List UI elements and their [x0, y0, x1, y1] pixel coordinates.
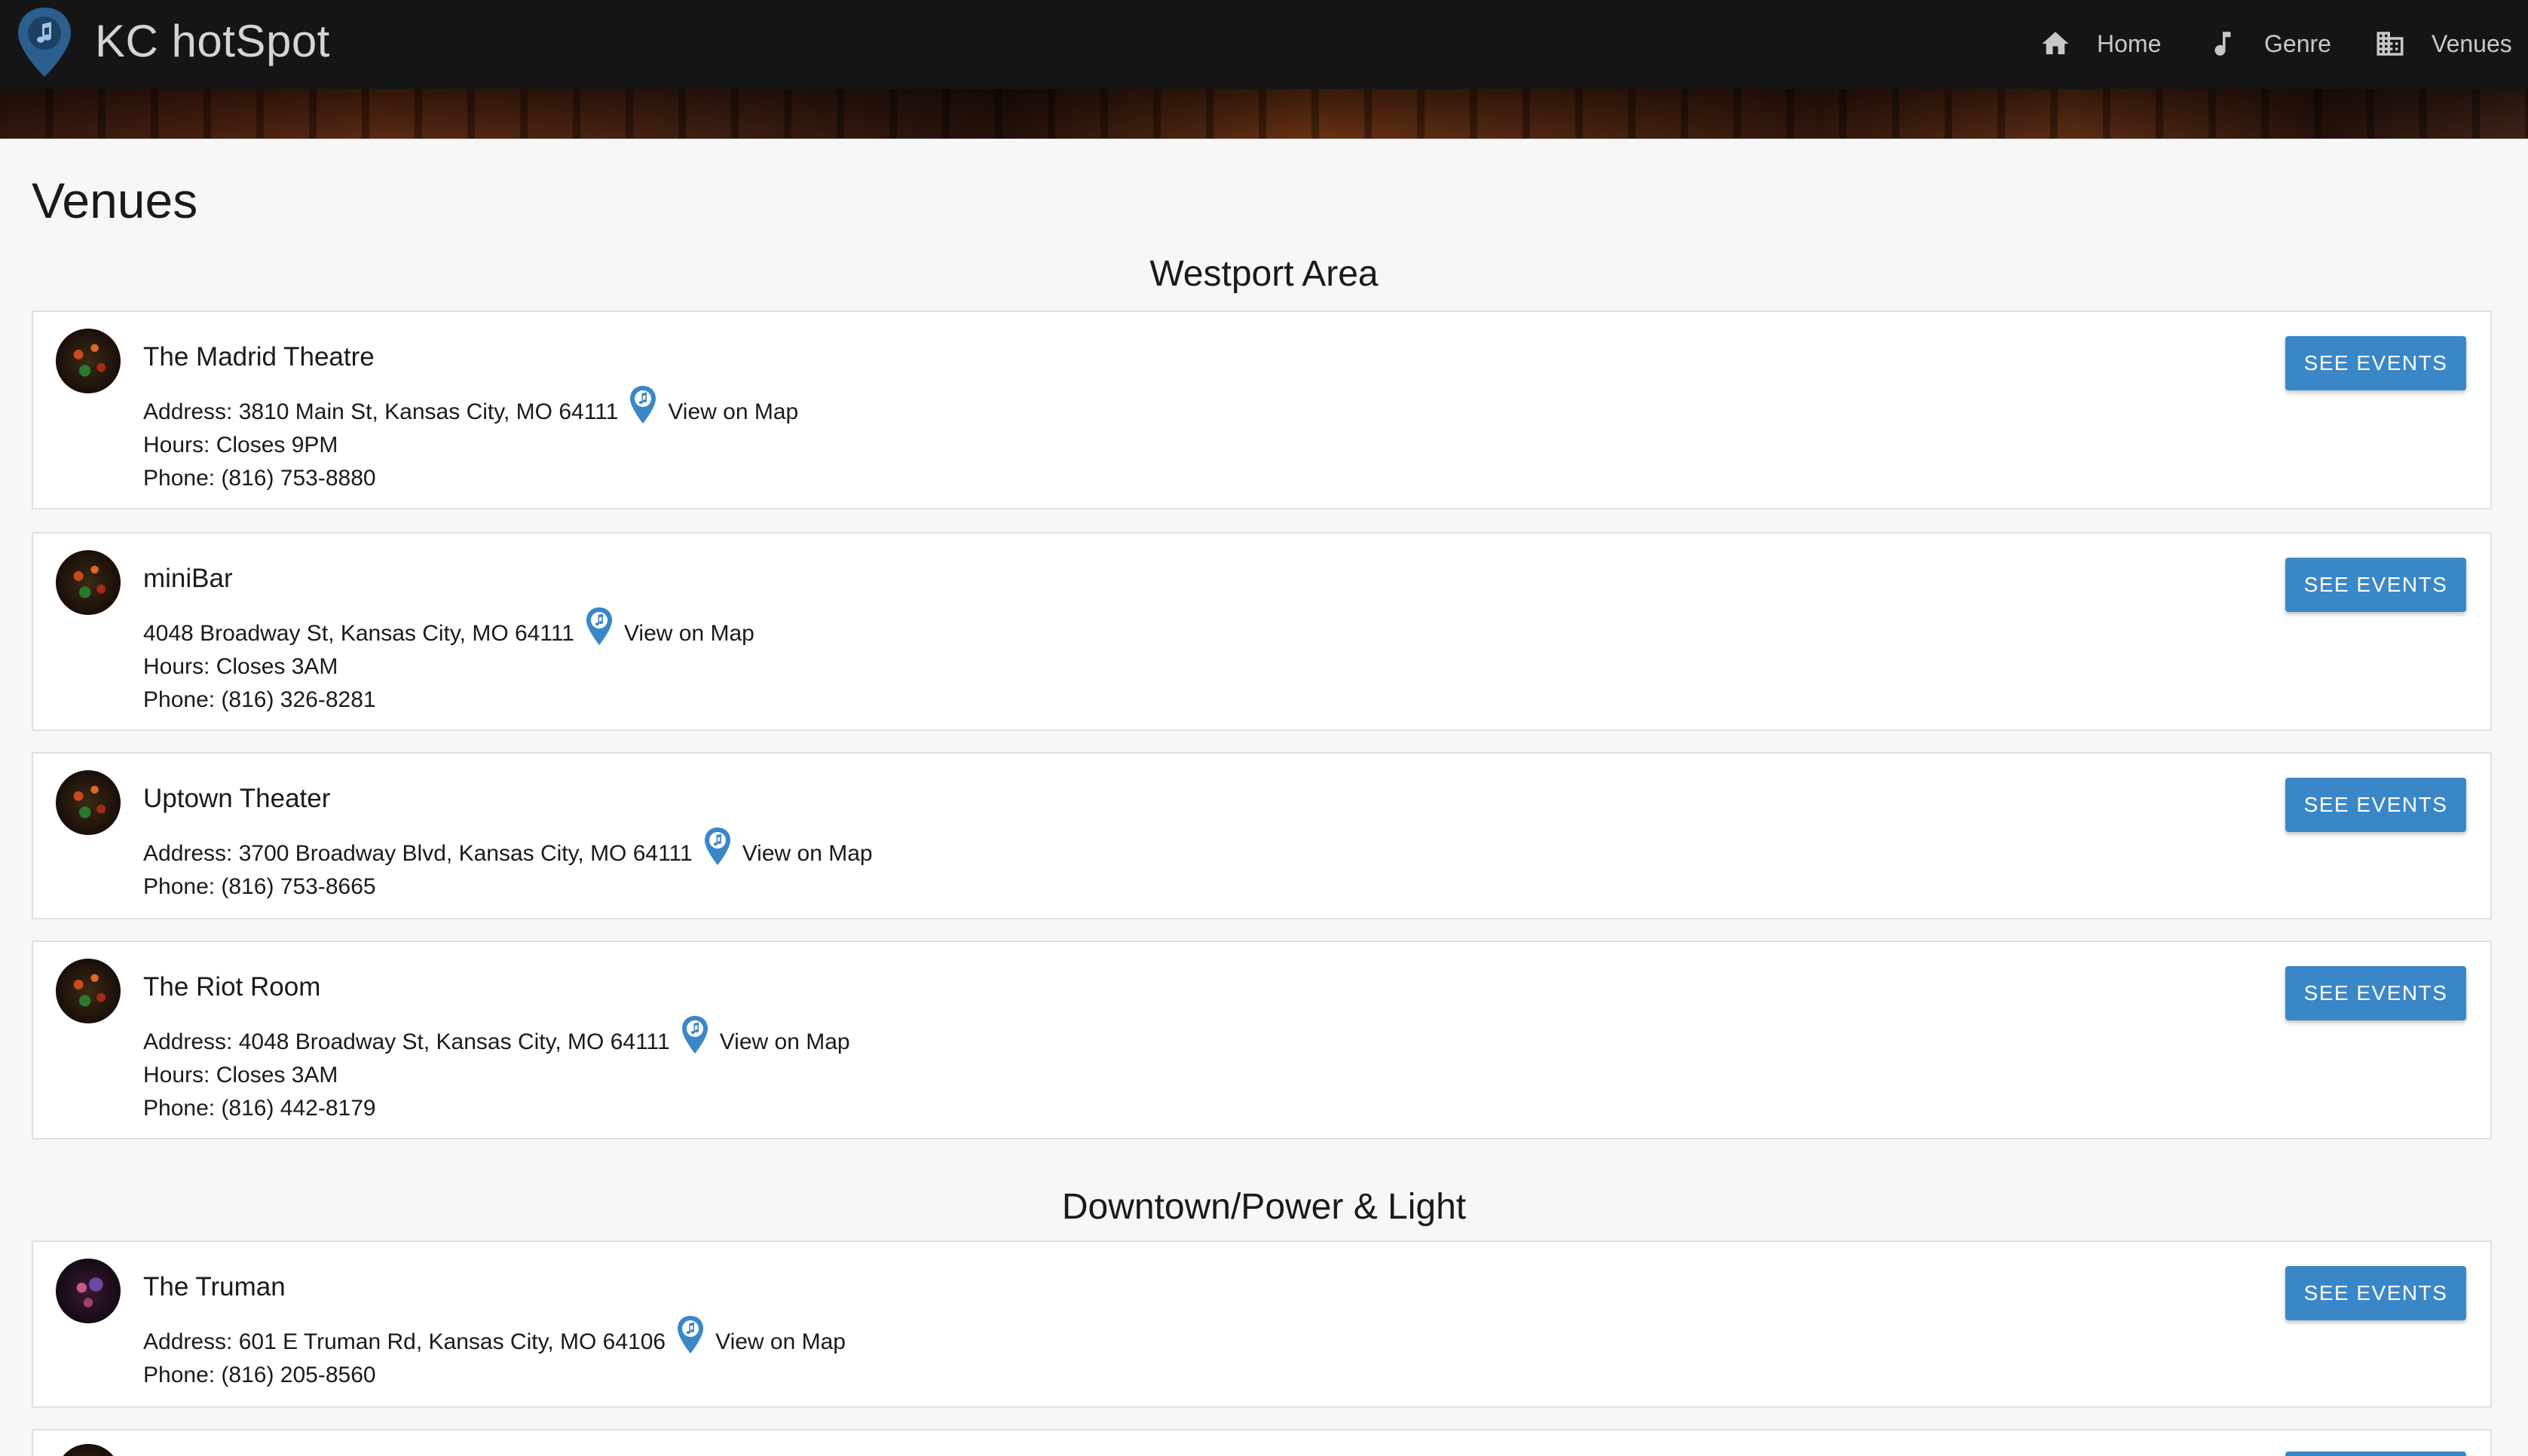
venue-name: The Riot Room: [143, 972, 321, 1002]
venue-card: The Madrid Theatre Address: 3810 Main St…: [32, 310, 2492, 509]
venue-phone: Phone: (816) 326-8281: [143, 687, 376, 712]
venue-phone: Phone: (816) 442-8179: [143, 1096, 376, 1121]
venue-card: The Truman Address: 601 E Truman Rd, Kan…: [32, 1240, 2492, 1408]
venue-address-line: Address: 4048 Broadway St, Kansas City, …: [143, 1016, 850, 1063]
view-on-map-link[interactable]: View on Map: [668, 399, 798, 425]
venue-avatar: [56, 770, 121, 835]
venue-name: Uptown Theater: [143, 784, 331, 813]
venue-name: The Truman: [143, 1272, 286, 1302]
venue-address: Address: 3810 Main St, Kansas City, MO 6…: [143, 399, 619, 424]
home-icon: [2042, 32, 2069, 54]
see-events-button[interactable]: SEE EVENTS: [2285, 558, 2466, 612]
venue-address: Address: 4048 Broadway St, Kansas City, …: [143, 1029, 670, 1054]
venue-address: Address: 601 E Truman Rd, Kansas City, M…: [143, 1329, 666, 1354]
venue-hours: Hours: Closes 9PM: [143, 433, 338, 457]
hero-banner-image: [0, 89, 2528, 139]
venue-address: Address: 3700 Broadway Blvd, Kansas City…: [143, 841, 693, 866]
venue-card: miniBar 4048 Broadway St, Kansas City, M…: [32, 532, 2492, 731]
venue-address-line: 4048 Broadway St, Kansas City, MO 64111 …: [143, 607, 754, 654]
nav-home-label: Home: [2097, 29, 2162, 57]
venue-avatar: [56, 1444, 121, 1456]
venue-avatar: [56, 959, 121, 1023]
see-events-button[interactable]: SEE EVENTS: [2285, 966, 2466, 1020]
venue-name: miniBar: [143, 564, 233, 593]
map-pin-icon[interactable]: [585, 606, 614, 647]
building-icon: [2377, 32, 2404, 56]
venue-phone: Phone: (816) 753-8665: [143, 874, 376, 899]
nav-home[interactable]: Home: [2040, 21, 2161, 66]
venue-phone: Phone: (816) 753-8880: [143, 466, 376, 491]
see-events-button[interactable]: [2285, 1451, 2466, 1456]
section-heading-westport: Westport Area: [1149, 254, 1379, 294]
venue-avatar: [56, 1259, 121, 1323]
venue-address-line: Address: 601 E Truman Rd, Kansas City, M…: [143, 1316, 846, 1363]
view-on-map-link[interactable]: View on Map: [624, 621, 754, 647]
venue-card: Uptown Theater Address: 3700 Broadway Bl…: [32, 752, 2492, 919]
view-on-map-link[interactable]: View on Map: [715, 1329, 846, 1355]
venue-address: 4048 Broadway St, Kansas City, MO 64111: [143, 621, 574, 646]
map-pin-icon[interactable]: [703, 826, 732, 867]
nav-venues[interactable]: Venues: [2374, 21, 2512, 66]
map-pin-icon[interactable]: [681, 1014, 709, 1055]
nav-genre-label: Genre: [2264, 29, 2331, 57]
view-on-map-link[interactable]: View on Map: [742, 841, 873, 867]
view-on-map-link[interactable]: View on Map: [720, 1029, 850, 1055]
venue-card: The Riot Room Address: 4048 Broadway St,…: [32, 941, 2492, 1139]
venue-avatar: [56, 550, 121, 615]
venue-name: The Madrid Theatre: [143, 342, 375, 372]
nav-genre[interactable]: Genre: [2207, 21, 2331, 66]
see-events-button[interactable]: SEE EVENTS: [2285, 1266, 2466, 1320]
top-navbar: KC hotSpot Home Genre Venues: [0, 0, 2528, 89]
venue-avatar: [56, 329, 121, 393]
map-pin-icon[interactable]: [629, 384, 657, 425]
map-pin-icon[interactable]: [676, 1314, 705, 1355]
page-title: Venues: [32, 173, 198, 228]
section-heading-downtown: Downtown/Power & Light: [1061, 1187, 1467, 1227]
logo-pin-icon[interactable]: [15, 5, 74, 80]
see-events-button[interactable]: SEE EVENTS: [2285, 336, 2466, 390]
venue-card: [32, 1429, 2492, 1456]
see-events-button[interactable]: SEE EVENTS: [2285, 778, 2466, 832]
venue-address-line: Address: 3700 Broadway Blvd, Kansas City…: [143, 827, 873, 874]
venue-phone: Phone: (816) 205-8560: [143, 1363, 376, 1387]
venue-address-line: Address: 3810 Main St, Kansas City, MO 6…: [143, 386, 798, 433]
music-note-icon: [2214, 32, 2231, 56]
nav-venues-label: Venues: [2432, 29, 2512, 57]
venue-hours: Hours: Closes 3AM: [143, 1063, 338, 1087]
brand-title[interactable]: KC hotSpot: [95, 15, 330, 67]
venue-hours: Hours: Closes 3AM: [143, 654, 338, 679]
